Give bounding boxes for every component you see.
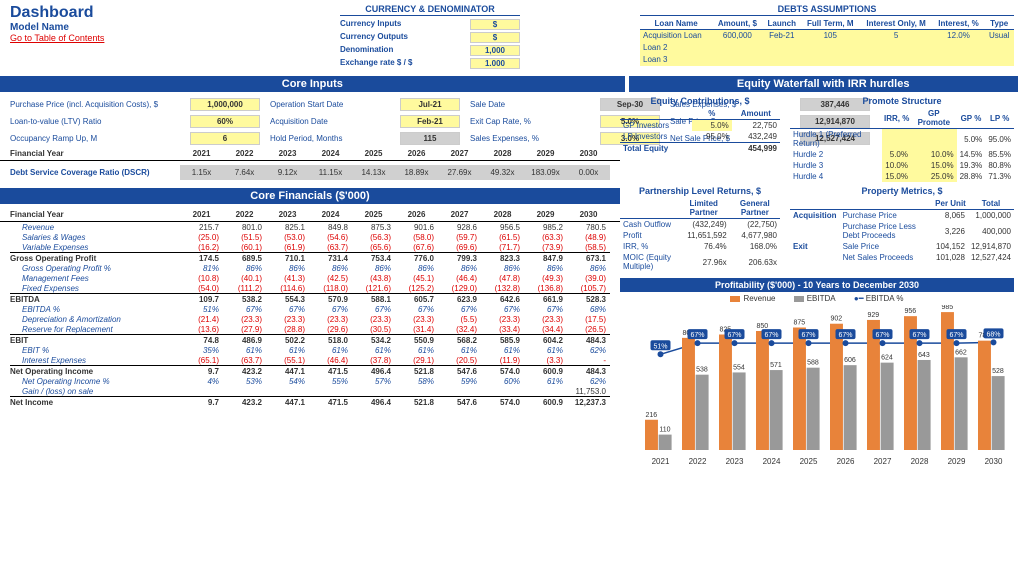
svg-text:875: 875 bbox=[793, 320, 805, 327]
svg-text:538: 538 bbox=[696, 367, 708, 374]
svg-text:51%: 51% bbox=[653, 343, 667, 350]
svg-text:571: 571 bbox=[770, 362, 782, 369]
svg-text:554: 554 bbox=[733, 364, 745, 371]
currency-rows: Currency Inputs$Currency Outputs$Denomin… bbox=[340, 18, 520, 70]
partnership-table: Limited PartnerGeneral PartnerCash Outfl… bbox=[620, 198, 780, 272]
svg-text:216: 216 bbox=[645, 412, 657, 419]
input-cell[interactable]: Feb-21 bbox=[400, 115, 460, 128]
svg-text:2028: 2028 bbox=[911, 457, 929, 466]
currency-input[interactable]: 1.000 bbox=[470, 58, 520, 69]
svg-text:67%: 67% bbox=[727, 332, 741, 339]
svg-text:2023: 2023 bbox=[726, 457, 744, 466]
partnership-title: Partnership Level Returns, $ bbox=[620, 186, 780, 196]
input-cell[interactable]: 1,000,000 bbox=[190, 98, 260, 111]
promote-title: Promote Structure bbox=[790, 96, 1014, 106]
dscr-row: Debt Service Coverage Ratio (DSCR) 1.15x… bbox=[0, 161, 620, 184]
currency-input[interactable]: $ bbox=[470, 32, 520, 43]
core-fin-bar: Core Financials ($'000) bbox=[0, 188, 620, 204]
dashboard-title: Dashboard bbox=[10, 4, 340, 22]
svg-text:67%: 67% bbox=[875, 332, 889, 339]
debts-header: DEBTS ASSUMPTIONS bbox=[640, 4, 1014, 16]
eq-contrib-table: %AmountGP Investors5.0%22,750LP Investor… bbox=[620, 108, 780, 154]
financials-table: Revenue215.7801.0825.1849.8875.3901.6928… bbox=[0, 222, 620, 407]
svg-text:68%: 68% bbox=[986, 331, 1000, 338]
svg-text:67%: 67% bbox=[912, 332, 926, 339]
svg-text:606: 606 bbox=[844, 357, 856, 364]
toc-link[interactable]: Go to Table of Contents bbox=[10, 33, 104, 43]
promote-table: IRR, %GP PromoteGP %LP %Hurdle 1 (Prefer… bbox=[790, 108, 1014, 182]
inputs-grid: Purchase Price (incl. Acquisition Costs)… bbox=[10, 98, 610, 145]
svg-text:2022: 2022 bbox=[689, 457, 707, 466]
svg-text:2026: 2026 bbox=[837, 457, 855, 466]
input-cell[interactable]: 60% bbox=[190, 115, 260, 128]
svg-text:67%: 67% bbox=[838, 332, 852, 339]
svg-text:67%: 67% bbox=[690, 332, 704, 339]
input-cell[interactable]: 6 bbox=[190, 132, 260, 145]
svg-text:588: 588 bbox=[807, 360, 819, 367]
currency-input[interactable]: $ bbox=[470, 19, 520, 30]
svg-text:110: 110 bbox=[659, 427, 670, 434]
svg-text:2021: 2021 bbox=[652, 457, 670, 466]
core-inputs-bar: Core Inputs bbox=[0, 76, 625, 92]
svg-text:662: 662 bbox=[955, 349, 967, 356]
property-title: Property Metrics, $ bbox=[790, 186, 1014, 196]
svg-text:643: 643 bbox=[918, 352, 930, 359]
debts-table: Loan NameAmount, $LaunchFull Term, MInte… bbox=[640, 18, 1014, 66]
svg-text:528: 528 bbox=[992, 368, 1004, 375]
svg-text:67%: 67% bbox=[949, 332, 963, 339]
svg-text:2025: 2025 bbox=[800, 457, 818, 466]
svg-text:2030: 2030 bbox=[985, 457, 1003, 466]
chart-title: Profitability ($'000) - 10 Years to Dece… bbox=[620, 278, 1014, 292]
fy-header-2: Financial Year 2021202220232024202520262… bbox=[0, 208, 620, 222]
eq-contrib-title: Equity Contributions, $ bbox=[620, 96, 780, 106]
chart-legend: Revenue EBITDA ●━ EBITDA % bbox=[620, 292, 1014, 305]
svg-text:929: 929 bbox=[867, 312, 879, 319]
fy-header-1: Financial Year 2021202220232024202520262… bbox=[0, 147, 620, 161]
model-name: Model Name bbox=[10, 22, 340, 33]
input-cell[interactable]: 115 bbox=[400, 132, 460, 145]
property-table: Per UnitTotalAcquisitionPurchase Price8,… bbox=[790, 198, 1014, 263]
currency-header: CURRENCY & DENOMINATOR bbox=[340, 4, 520, 16]
input-cell[interactable]: Jul-21 bbox=[400, 98, 460, 111]
svg-text:624: 624 bbox=[881, 355, 893, 362]
svg-text:67%: 67% bbox=[764, 332, 778, 339]
svg-text:67%: 67% bbox=[801, 332, 815, 339]
profitability-chart: 2161102021801538202282555420238505712024… bbox=[620, 305, 1014, 470]
svg-text:2024: 2024 bbox=[763, 457, 781, 466]
svg-text:2027: 2027 bbox=[874, 457, 892, 466]
svg-text:985: 985 bbox=[941, 305, 953, 311]
svg-text:2029: 2029 bbox=[948, 457, 966, 466]
currency-input[interactable]: 1,000 bbox=[470, 45, 520, 56]
svg-text:956: 956 bbox=[904, 308, 916, 315]
svg-text:902: 902 bbox=[830, 316, 842, 323]
svg-text:850: 850 bbox=[756, 323, 768, 330]
waterfall-bar: Equity Waterfall with IRR hurdles bbox=[629, 76, 1018, 92]
